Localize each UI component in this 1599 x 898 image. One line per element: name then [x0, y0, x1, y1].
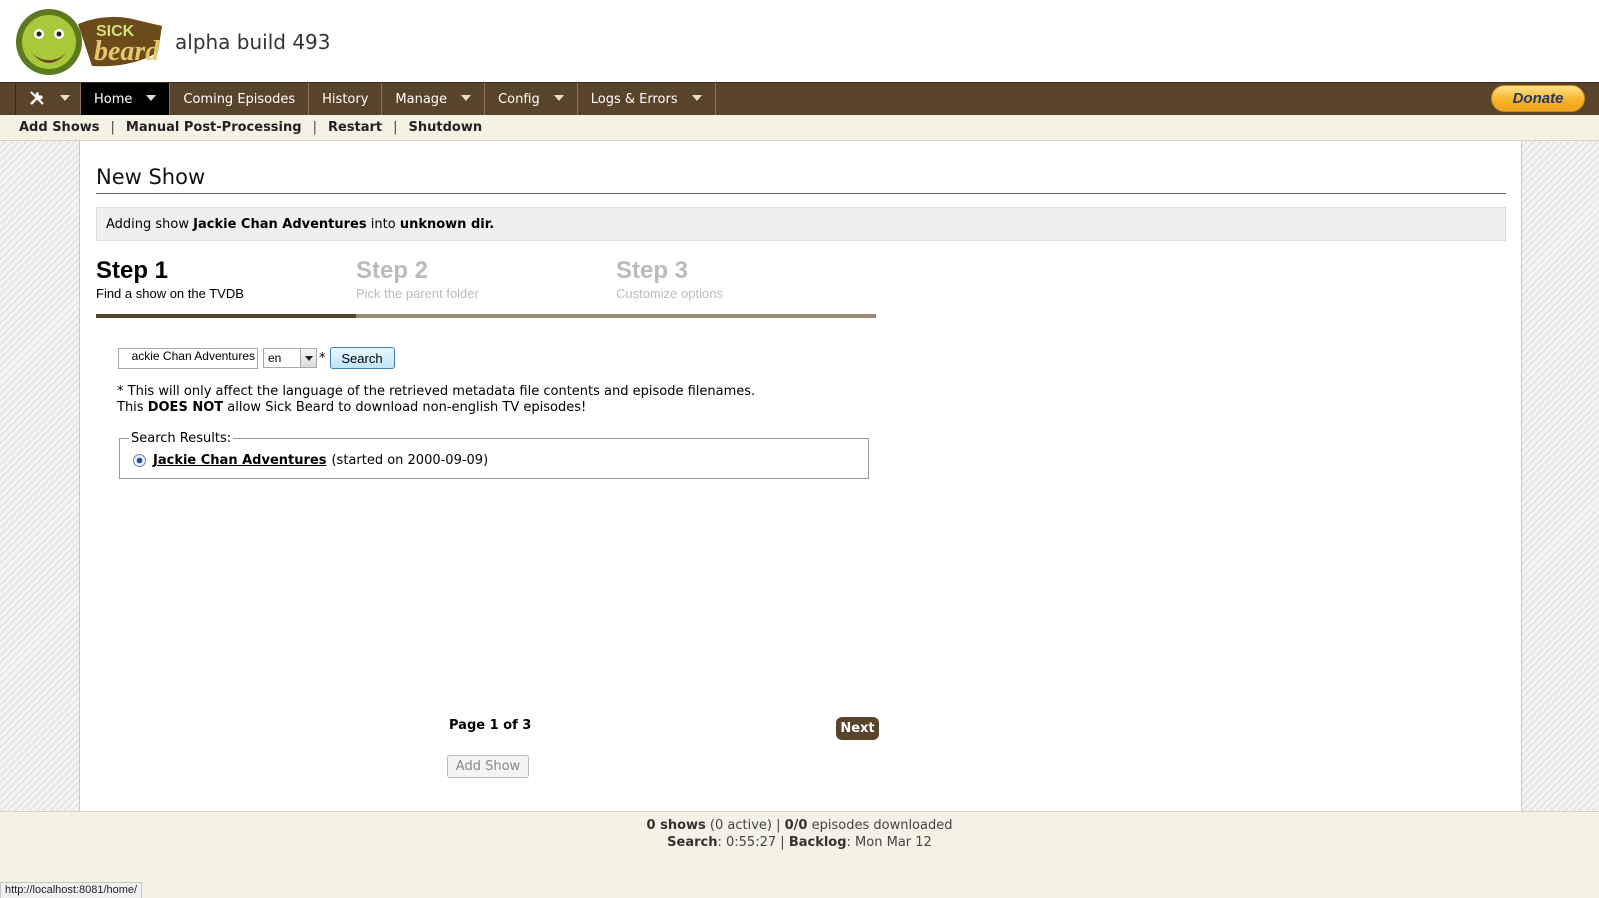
step-1: Step 1 Find a show on the TVDB	[96, 257, 244, 301]
nav-home[interactable]: Home	[81, 83, 171, 116]
step-3: Step 3 Customize options	[616, 257, 723, 301]
language-select[interactable]: en	[263, 348, 317, 368]
step-progress-active	[96, 314, 356, 318]
sub-nav: Add Shows | Manual Post-Processing | Res…	[0, 115, 1599, 141]
nav-config[interactable]: Config	[485, 83, 578, 116]
subnav-restart[interactable]: Restart	[328, 120, 382, 135]
tools-menu[interactable]	[16, 83, 81, 116]
add-show-button[interactable]: Add Show	[447, 755, 529, 778]
result-detail: (started on 2000-09-09)	[331, 453, 489, 468]
subnav-add-shows[interactable]: Add Shows	[19, 120, 100, 135]
separator: |	[312, 120, 317, 135]
sick-beard-logo[interactable]: SICK beard	[12, 4, 166, 78]
result-show-link[interactable]: Jackie Chan Adventures	[153, 453, 326, 468]
wizard-steps: Step 1 Find a show on the TVDB Step 2 Pi…	[96, 256, 876, 322]
nav-manage[interactable]: Manage	[382, 83, 486, 116]
chevron-down-icon	[60, 94, 70, 101]
chevron-down-icon	[146, 94, 157, 101]
show-name-input[interactable]: ackie Chan Adventures	[118, 347, 258, 369]
next-button[interactable]: Next	[836, 717, 879, 740]
target-dir: unknown dir.	[399, 217, 495, 232]
build-version: alpha build 493	[175, 30, 331, 54]
background-stripe-left	[0, 141, 80, 811]
step-progress-remaining	[356, 314, 876, 318]
svg-text:beard: beard	[94, 36, 160, 67]
nav-logs-errors[interactable]: Logs & Errors	[578, 83, 716, 116]
adding-show-info: Adding show Jackie Chan Adventures into …	[96, 207, 1506, 241]
footer: 0 shows (0 active) | 0/0 episodes downlo…	[0, 811, 1599, 898]
separator: |	[110, 120, 115, 135]
page-title: New Show	[96, 165, 1506, 194]
wrench-icon	[28, 89, 46, 111]
donate-button[interactable]: Donate	[1491, 85, 1585, 112]
subnav-shutdown[interactable]: Shutdown	[409, 120, 483, 135]
show-name: Jackie Chan Adventures	[193, 217, 367, 232]
subnav-manual-post-processing[interactable]: Manual Post-Processing	[126, 120, 302, 135]
main-content: New Show Adding show Jackie Chan Adventu…	[81, 141, 1521, 811]
header: SICK beard alpha build 493	[0, 0, 1599, 82]
result-radio[interactable]	[133, 454, 146, 467]
search-button[interactable]: Search	[329, 347, 395, 369]
background-stripe-right	[1521, 141, 1599, 811]
nav-coming-episodes[interactable]: Coming Episodes	[170, 83, 310, 116]
chevron-down-icon	[461, 94, 472, 101]
result-item: Jackie Chan Adventures (started on 2000-…	[133, 453, 488, 468]
browser-status-bar: http://localhost:8081/home/	[0, 882, 143, 898]
search-row: ackie Chan Adventures en * Search	[118, 347, 395, 369]
step-2: Step 2 Pick the parent folder	[356, 257, 479, 301]
main-nav: Home Coming Episodes History Manage Conf…	[0, 82, 1599, 116]
separator: |	[393, 120, 398, 135]
nav-history[interactable]: History	[309, 83, 383, 116]
chevron-down-icon	[553, 94, 564, 101]
dropdown-arrow-icon	[300, 349, 316, 367]
chevron-down-icon	[691, 94, 702, 101]
